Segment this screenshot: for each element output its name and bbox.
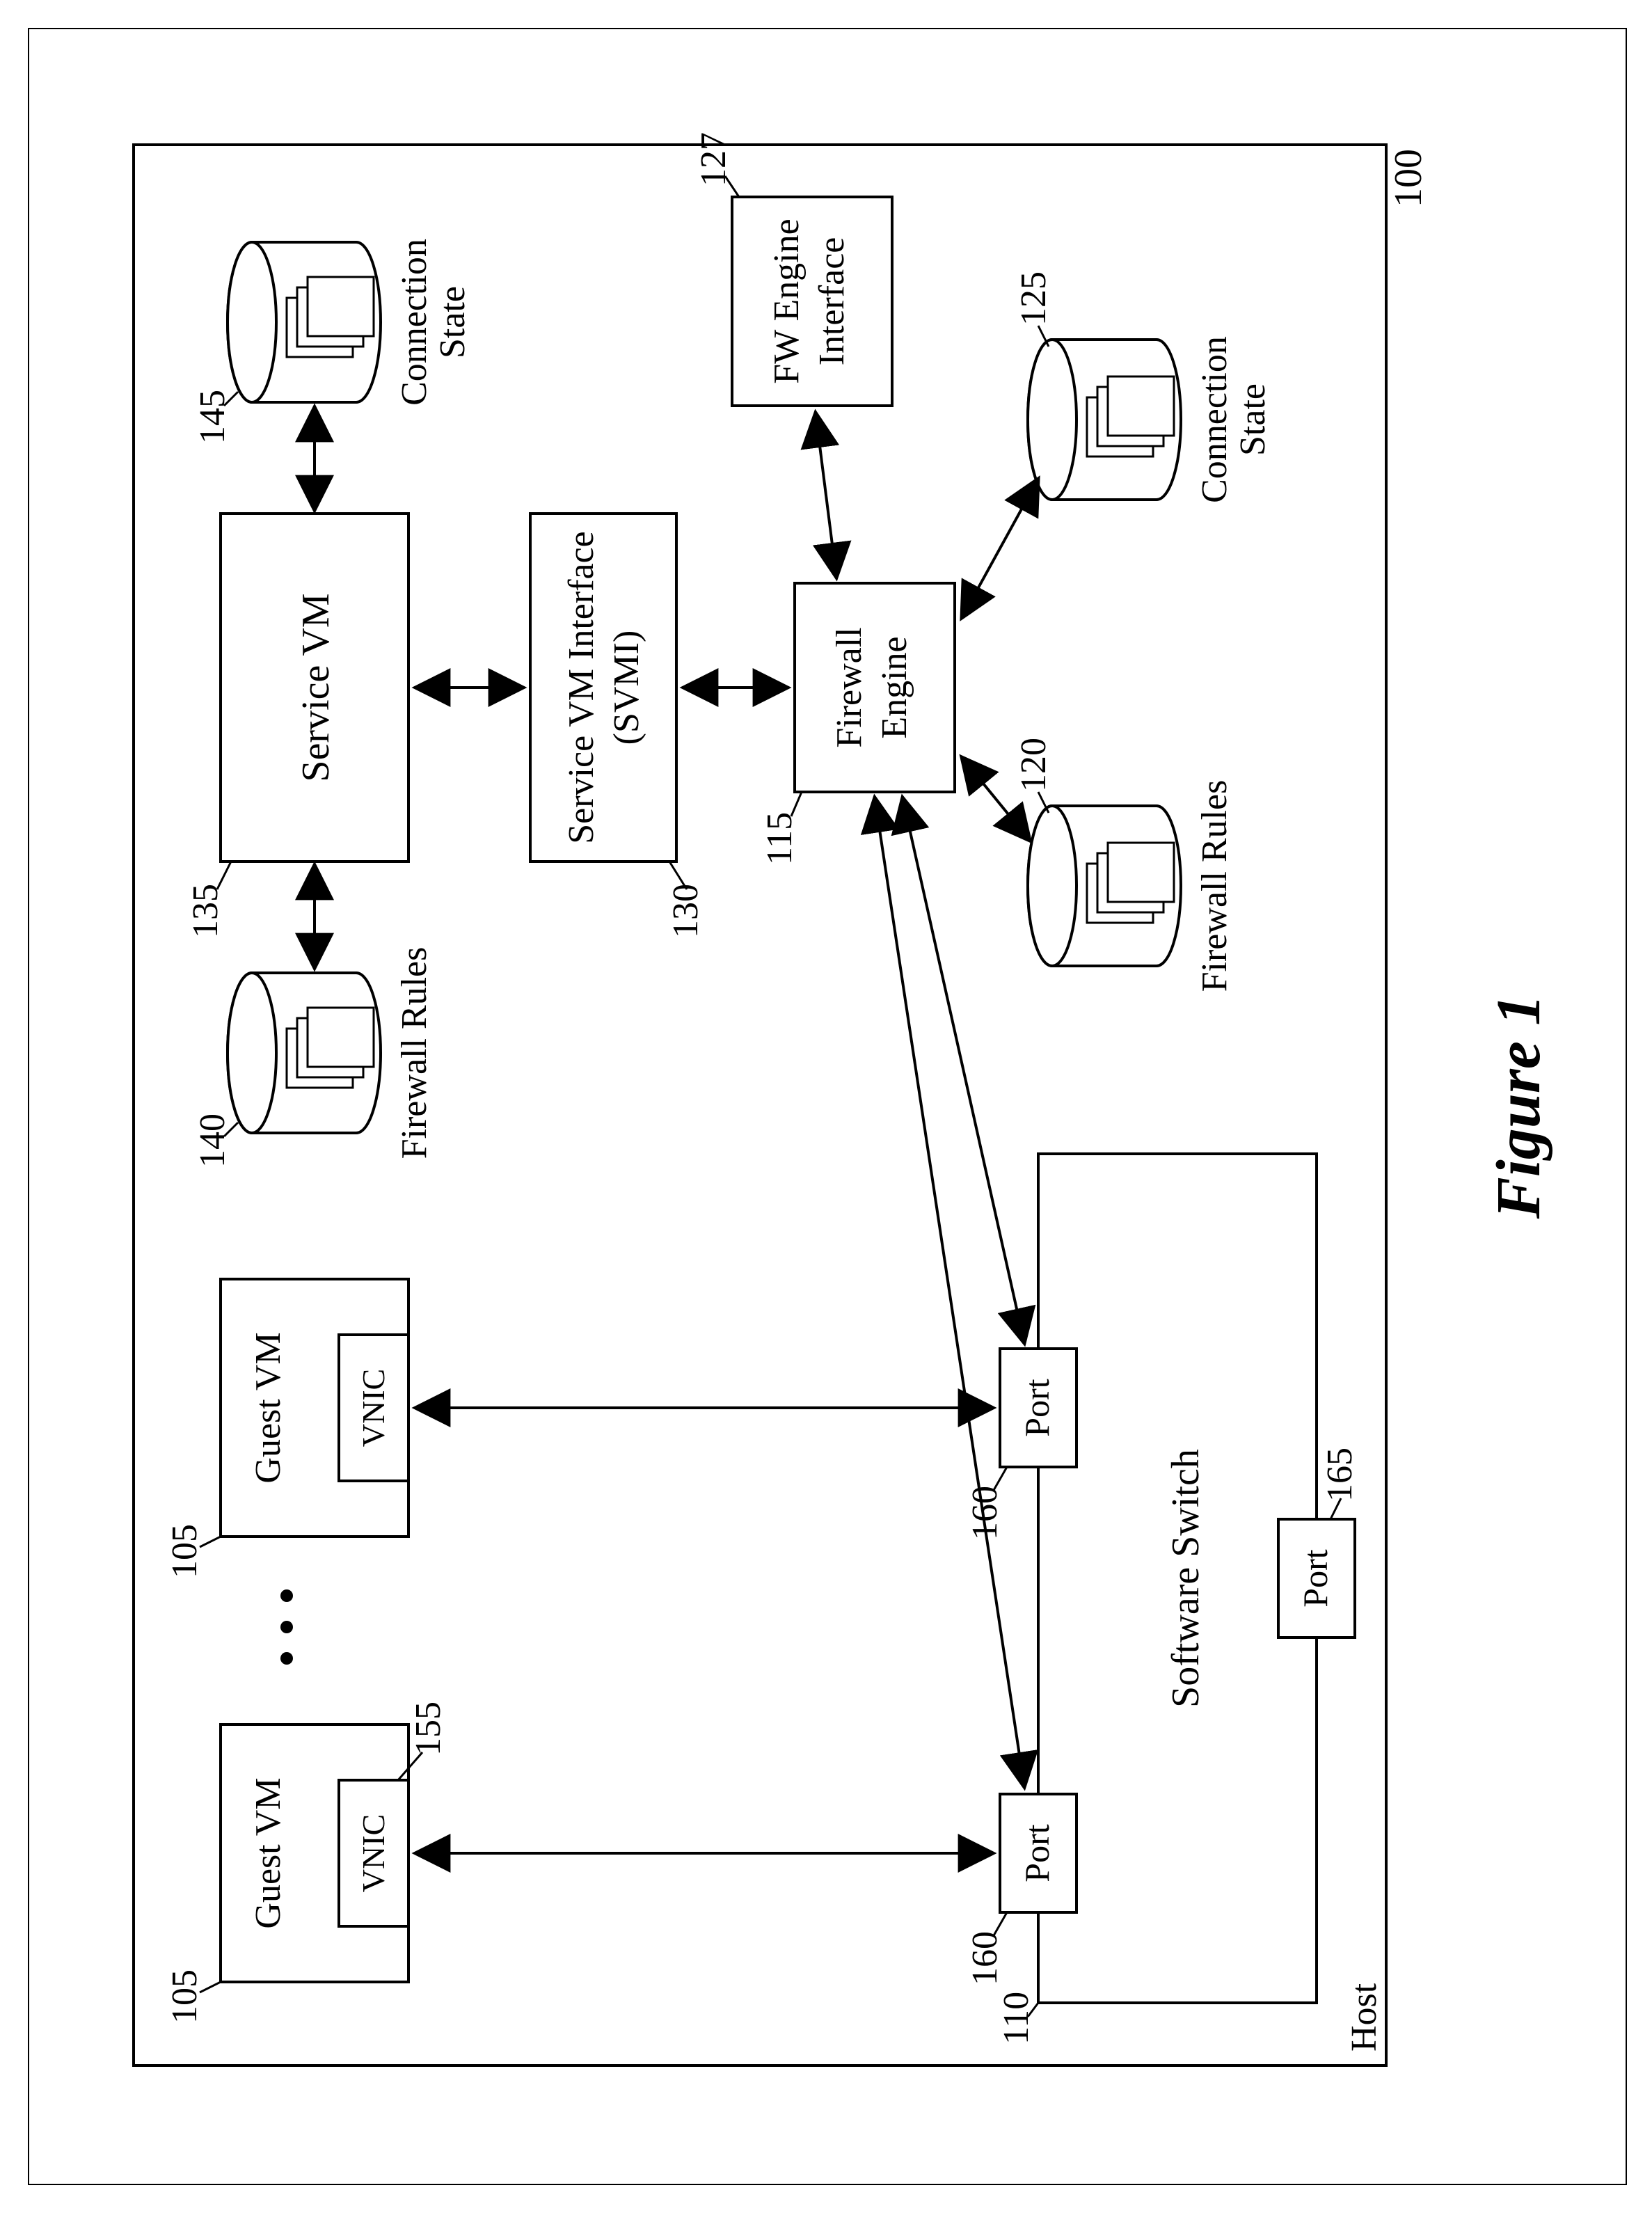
ref-105-2: 105 [165, 1524, 205, 1578]
conn-state-bottom-label1: Connection [1195, 336, 1234, 503]
conn-state-top-label2: State [433, 286, 472, 358]
guest-vm-2-label: Guest VM [248, 1332, 288, 1483]
svmi-label1: Service VM Interface [562, 531, 601, 844]
software-switch-label: Software Switch [1164, 1449, 1207, 1708]
fwei-label1: FW Engine [767, 219, 807, 383]
arrow-fwengine-fwei [816, 413, 836, 578]
conn-state-top [228, 242, 381, 402]
fw-engine-interface-box: FW Engine Interface [732, 197, 892, 406]
ref-125: 125 [1014, 271, 1054, 326]
ref-110: 110 [996, 1992, 1036, 2045]
fw-engine-label1: Firewall [829, 627, 869, 747]
figure-caption: Figure 1 [1484, 994, 1553, 1220]
diagram-landscape: Host 100 Guest VM VNIC 105 155 [29, 29, 1626, 2184]
svmi-label2: (SVMI) [607, 630, 646, 745]
service-vm-label: Service VM [294, 593, 337, 782]
ref-105-1: 105 [165, 1969, 205, 2024]
ref-155: 155 [408, 1702, 448, 1756]
ref-145: 145 [193, 390, 232, 444]
host-label: Host [1344, 1983, 1384, 2052]
ref-115: 115 [760, 812, 800, 865]
diagram-svg: Host 100 Guest VM VNIC 105 155 [29, 29, 1626, 2184]
fw-engine-label2: Engine [875, 636, 914, 738]
fwei-label2: Interface [812, 237, 852, 366]
fw-rules-bottom-label: Firewall Rules [1195, 780, 1234, 992]
ref-165: 165 [1320, 1447, 1360, 1502]
ref-135: 135 [186, 884, 225, 938]
arrow-fwengine-connstatebot [962, 479, 1038, 618]
conn-state-bottom-label2: State [1233, 383, 1273, 456]
firewall-engine-box: Firewall Engine [795, 583, 955, 792]
arrow-fwengine-port1 [875, 798, 1024, 1787]
svmi-box: Service VM Interface (SVMI) [530, 514, 676, 862]
guest-vm-2: Guest VM VNIC [221, 1279, 408, 1537]
conn-state-bottom [1028, 340, 1181, 500]
ref-120: 120 [1014, 738, 1054, 792]
guest-vm-1: Guest VM VNIC [221, 1724, 408, 1982]
ellipsis-icon [280, 1589, 293, 1665]
port-bottom-label: Port [1296, 1549, 1335, 1607]
software-switch-box: Software Switch [1038, 1154, 1317, 2003]
vnic-2-label: VNIC [356, 1369, 391, 1447]
guest-vm-1-label: Guest VM [248, 1777, 288, 1928]
ref-160-1: 160 [965, 1931, 1005, 1985]
port-top-2-label: Port [1017, 1379, 1056, 1436]
ref-140: 140 [193, 1113, 232, 1168]
service-vm: Service VM [221, 514, 408, 862]
firewall-rules-bottom [1028, 806, 1181, 966]
arrow-fwengine-port2 [903, 798, 1024, 1343]
ref-130: 130 [666, 884, 706, 938]
conn-state-top-label1: Connection [395, 239, 434, 406]
ref-100: 100 [1387, 149, 1430, 207]
firewall-rules-top [228, 973, 381, 1133]
fw-rules-top-label: Firewall Rules [395, 947, 434, 1159]
port-top-1-label: Port [1017, 1824, 1056, 1882]
page-frame: Host 100 Guest VM VNIC 105 155 [28, 28, 1627, 2185]
vnic-1-label: VNIC [356, 1814, 391, 1892]
